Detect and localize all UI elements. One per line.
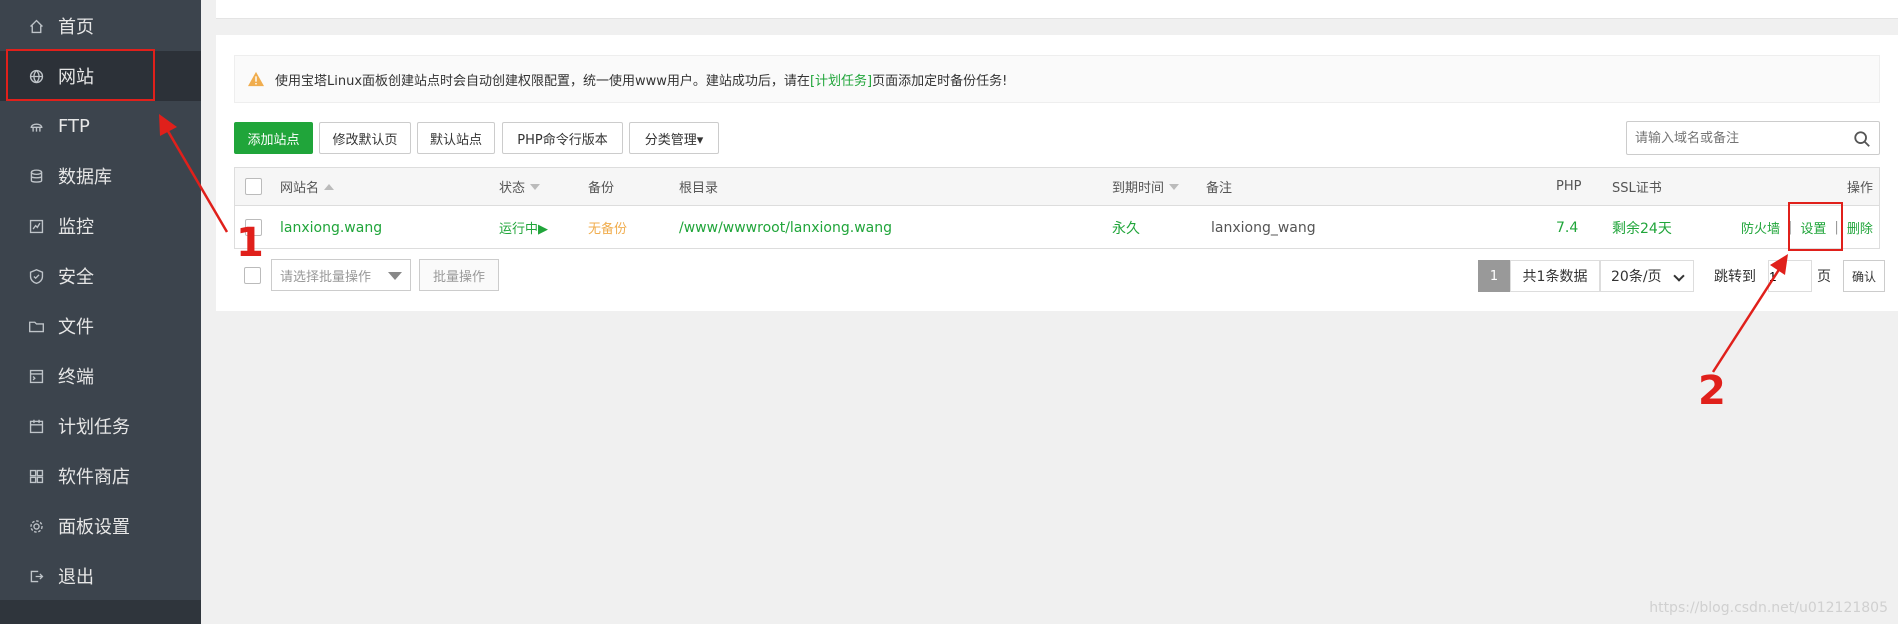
search-icon[interactable] — [1853, 130, 1871, 148]
notice-text: 使用宝塔Linux面板创建站点时会自动创建权限配置，统一使用www用户。建站成功… — [275, 73, 810, 89]
sidebar-item-files[interactable]: 文件 — [0, 301, 201, 351]
gear-icon — [26, 516, 46, 536]
firewall-link[interactable]: 防火墙 — [1741, 218, 1780, 237]
database-icon — [26, 166, 46, 186]
monitor-icon — [26, 216, 46, 236]
site-ssl-status[interactable]: 剩余24天 — [1612, 207, 1672, 248]
current-page-button[interactable]: 1 — [1478, 260, 1510, 292]
confirm-jump-button[interactable]: 确认 — [1843, 260, 1885, 292]
site-remark[interactable]: lanxiong_wang — [1211, 207, 1316, 248]
edit-default-page-button[interactable]: 修改默认页 — [319, 122, 411, 154]
site-name-link[interactable]: lanxiong.wang — [280, 207, 382, 248]
select-all-checkbox[interactable] — [245, 178, 262, 195]
site-backup-link[interactable]: 无备份 — [588, 207, 627, 248]
sidebar-item-store[interactable]: 软件商店 — [0, 451, 201, 501]
sidebar-item-terminal[interactable]: 终端 — [0, 351, 201, 401]
site-search-box — [1626, 121, 1880, 155]
site-php-version[interactable]: 7.4 — [1556, 207, 1578, 248]
folder-icon — [26, 316, 46, 336]
chevron-down-icon — [1673, 270, 1685, 282]
page-unit-label: 页 — [1817, 269, 1831, 285]
header-remark: 备注 — [1206, 181, 1233, 196]
sidebar-item-label: 监控 — [58, 217, 94, 238]
sidebar-item-logout[interactable]: 退出 — [0, 551, 201, 601]
sidebar-item-label: 文件 — [58, 317, 94, 338]
sidebar-item-database[interactable]: 数据库 — [0, 151, 201, 201]
search-input[interactable] — [1635, 122, 1845, 154]
site-table: 网站名 状态 备份 根目录 到期时间 备注 PHP SSL证书 操作 lanxi… — [234, 167, 1880, 249]
sort-desc-icon — [530, 183, 541, 190]
category-manage-dropdown[interactable]: 分类管理▾ — [629, 122, 719, 154]
logout-icon — [26, 566, 46, 586]
site-expire-link[interactable]: 永久 — [1112, 207, 1140, 248]
sidebar-item-label: 首页 — [58, 17, 94, 38]
php-cli-version-button[interactable]: PHP命令行版本 — [502, 122, 623, 154]
sidebar-item-label: 安全 — [58, 267, 94, 288]
home-icon — [26, 16, 46, 36]
top-panel-strip — [216, 0, 1898, 19]
header-actions: 操作 — [1847, 181, 1874, 196]
sort-desc-icon — [1169, 183, 1180, 190]
terminal-icon — [26, 366, 46, 386]
page-size-select[interactable]: 20条/页 — [1600, 260, 1694, 292]
sidebar-footer — [0, 600, 201, 624]
shield-icon — [26, 266, 46, 286]
sidebar-item-monitor[interactable]: 监控 — [0, 201, 201, 251]
batch-operation-button[interactable]: 批量操作 — [419, 259, 499, 291]
cron-task-link[interactable]: [计划任务] — [810, 70, 872, 89]
annotation-label-2: 2 — [1698, 368, 1726, 414]
batch-select-all-checkbox[interactable] — [244, 267, 261, 284]
grid-icon — [26, 466, 46, 486]
sidebar-item-label: 软件商店 — [58, 467, 130, 488]
sidebar-item-cron[interactable]: 计划任务 — [0, 401, 201, 451]
table-row: lanxiong.wang 运行中▶ 无备份 /www/wwwroot/lanx… — [235, 207, 1879, 248]
jump-page-input[interactable] — [1768, 260, 1812, 292]
header-site-name[interactable]: 网站名 — [280, 168, 335, 205]
warning-icon — [248, 71, 264, 87]
ftp-icon — [26, 116, 46, 136]
sidebar-item-home[interactable]: 首页 — [0, 1, 201, 51]
default-site-button[interactable]: 默认站点 — [417, 122, 495, 154]
site-panel: 使用宝塔Linux面板创建站点时会自动创建权限配置，统一使用www用户。建站成功… — [216, 35, 1898, 311]
highlight-box-website — [6, 49, 155, 101]
site-status-toggle[interactable]: 运行中▶ — [499, 207, 548, 248]
header-backup: 备份 — [588, 181, 615, 196]
sort-asc-icon — [324, 183, 335, 190]
annotation-label-1: 1 — [236, 220, 264, 266]
header-root-dir: 根目录 — [679, 181, 719, 196]
total-count: 共1条数据 — [1510, 260, 1600, 292]
sidebar-item-label: 计划任务 — [58, 417, 130, 438]
header-php: PHP — [1556, 179, 1582, 194]
notice-text-tail: 页面添加定时备份任务! — [872, 73, 1008, 89]
sidebar-item-label: 退出 — [58, 567, 94, 588]
notice-banner: 使用宝塔Linux面板创建站点时会自动创建权限配置，统一使用www用户。建站成功… — [234, 55, 1880, 103]
sidebar-item-label: 面板设置 — [58, 517, 130, 538]
sidebar-item-ftp[interactable]: FTP — [0, 101, 201, 151]
chevron-down-icon — [388, 272, 402, 280]
header-status[interactable]: 状态 — [499, 168, 541, 205]
sidebar-item-panel-settings[interactable]: 面板设置 — [0, 501, 201, 551]
header-expire-time[interactable]: 到期时间 — [1112, 168, 1180, 205]
sidebar-item-label: 终端 — [58, 367, 94, 388]
table-header: 网站名 状态 备份 根目录 到期时间 备注 PHP SSL证书 操作 — [235, 168, 1879, 206]
sidebar-item-security[interactable]: 安全 — [0, 251, 201, 301]
header-ssl: SSL证书 — [1612, 181, 1662, 196]
watermark-text: https://blog.csdn.net/u012121805 — [1649, 600, 1888, 616]
calendar-icon — [26, 416, 46, 436]
site-root-link[interactable]: /www/wwwroot/lanxiong.wang — [679, 207, 892, 248]
highlight-box-settings — [1788, 202, 1843, 251]
sidebar-item-label: FTP — [58, 115, 90, 137]
sidebar-item-label: 数据库 — [58, 167, 112, 188]
jump-label: 跳转到 — [1714, 269, 1756, 285]
add-site-button[interactable]: 添加站点 — [234, 122, 313, 154]
delete-link[interactable]: 删除 — [1847, 218, 1873, 237]
batch-operation-select[interactable]: 请选择批量操作 — [271, 259, 411, 291]
